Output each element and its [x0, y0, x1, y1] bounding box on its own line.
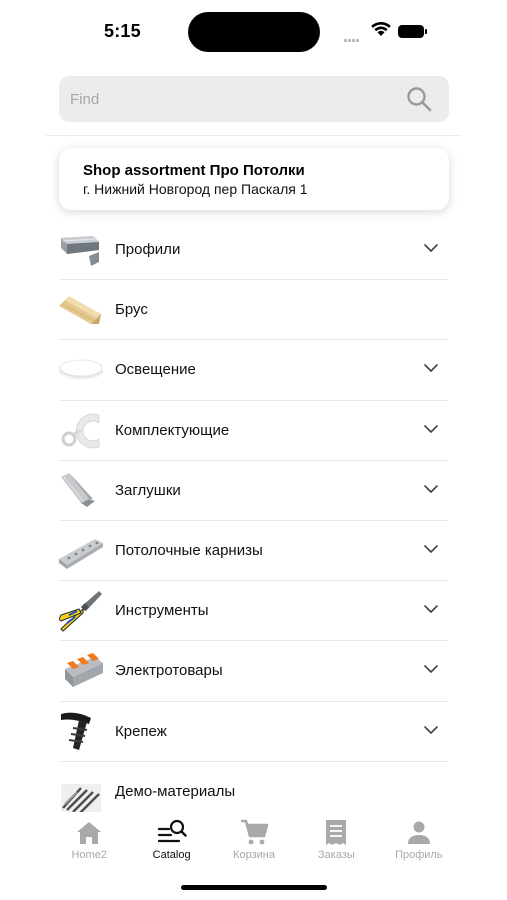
category-row-krepezh[interactable]: Крепеж — [59, 702, 448, 762]
battery-icon — [398, 25, 427, 38]
category-row-osveshchenie[interactable]: Освещение — [59, 340, 448, 401]
wooden-beam-image — [59, 296, 101, 325]
category-label: Потолочные карнизы — [115, 541, 263, 559]
chevron-down-icon[interactable] — [424, 725, 438, 735]
category-label: Брус — [115, 301, 148, 319]
wifi-icon — [371, 21, 391, 36]
category-label: Электротовары — [115, 662, 223, 680]
category-list: Профили Брус Освещение Комплектующие Заг… — [59, 220, 448, 822]
home-indicator[interactable] — [181, 885, 327, 890]
shop-title: Shop assortment Про Потолки — [83, 162, 305, 179]
status-time: 5:15 — [104, 21, 141, 41]
tab-label: Catalog — [152, 849, 191, 861]
category-row-profili[interactable]: Профили — [59, 220, 448, 281]
header-divider — [46, 135, 461, 136]
chevron-down-icon[interactable] — [424, 364, 438, 373]
chevron-down-icon[interactable] — [424, 605, 438, 614]
samples-image — [61, 783, 101, 814]
pliers-image — [59, 591, 102, 632]
chevron-down-icon[interactable] — [424, 424, 438, 434]
plug-image — [61, 472, 95, 507]
chevron-down-icon[interactable] — [424, 545, 438, 554]
catalog-search-icon — [157, 819, 187, 843]
category-row-komplektuyushchie[interactable]: Комплектующие — [59, 401, 448, 461]
search-icon[interactable] — [405, 85, 433, 113]
home-icon — [77, 822, 102, 844]
chevron-down-icon[interactable] — [424, 244, 438, 253]
shop-address: г. Нижний Новгород пер Паскаля 1 — [83, 181, 308, 197]
tab-home2[interactable]: Home2 — [48, 812, 130, 870]
connector-image — [65, 653, 103, 688]
search-bar[interactable] — [59, 76, 449, 122]
tab-label: Профиль — [395, 849, 443, 861]
category-label: Демо-материалы — [115, 782, 236, 800]
receipt-icon — [326, 820, 347, 845]
category-label: Крепеж — [115, 722, 167, 740]
profile-rail-image — [61, 236, 99, 266]
search-input[interactable] — [70, 90, 449, 108]
category-row-zaglushki[interactable]: Заглушки — [59, 461, 448, 521]
category-label: Заглушки — [115, 481, 181, 499]
ring-parts-image — [61, 413, 100, 448]
category-row-elektrotovary[interactable]: Электротовары — [59, 641, 448, 702]
person-icon — [407, 821, 430, 844]
category-label: Инструменты — [115, 602, 209, 620]
cornice-image — [59, 538, 103, 569]
category-row-brus[interactable]: Брус — [59, 280, 448, 341]
category-row-karnizy[interactable]: Потолочные карнизы — [59, 521, 448, 582]
tab-cart[interactable]: Корзина — [213, 812, 295, 870]
cart-icon — [241, 819, 269, 845]
chevron-down-icon[interactable] — [424, 484, 438, 494]
tab-label: Home2 — [71, 849, 107, 861]
tab-label: Заказы — [318, 849, 355, 861]
status-bar: 5:15 — [0, 0, 507, 64]
shop-info-card[interactable]: Shop assortment Про Потолки г. Нижний Но… — [59, 148, 449, 210]
tab-bar: Home2 Catalog Корзина Заказы Профиль — [48, 812, 460, 870]
cellular-signal-icon — [344, 29, 364, 42]
tab-label: Корзина — [233, 849, 275, 861]
tab-catalog[interactable]: Catalog — [130, 812, 212, 870]
category-label: Освещение — [115, 361, 196, 379]
category-label: Профили — [115, 241, 181, 258]
ceiling-lamp-image — [59, 359, 103, 381]
category-row-instrumenty[interactable]: Инструменты — [59, 581, 448, 642]
dowel-image — [61, 712, 91, 750]
dynamic-island — [188, 12, 320, 52]
tab-orders[interactable]: Заказы — [295, 812, 377, 870]
tab-profile[interactable]: Профиль — [378, 812, 460, 870]
chevron-down-icon[interactable] — [424, 665, 438, 674]
category-label: Комплектующие — [115, 421, 230, 439]
